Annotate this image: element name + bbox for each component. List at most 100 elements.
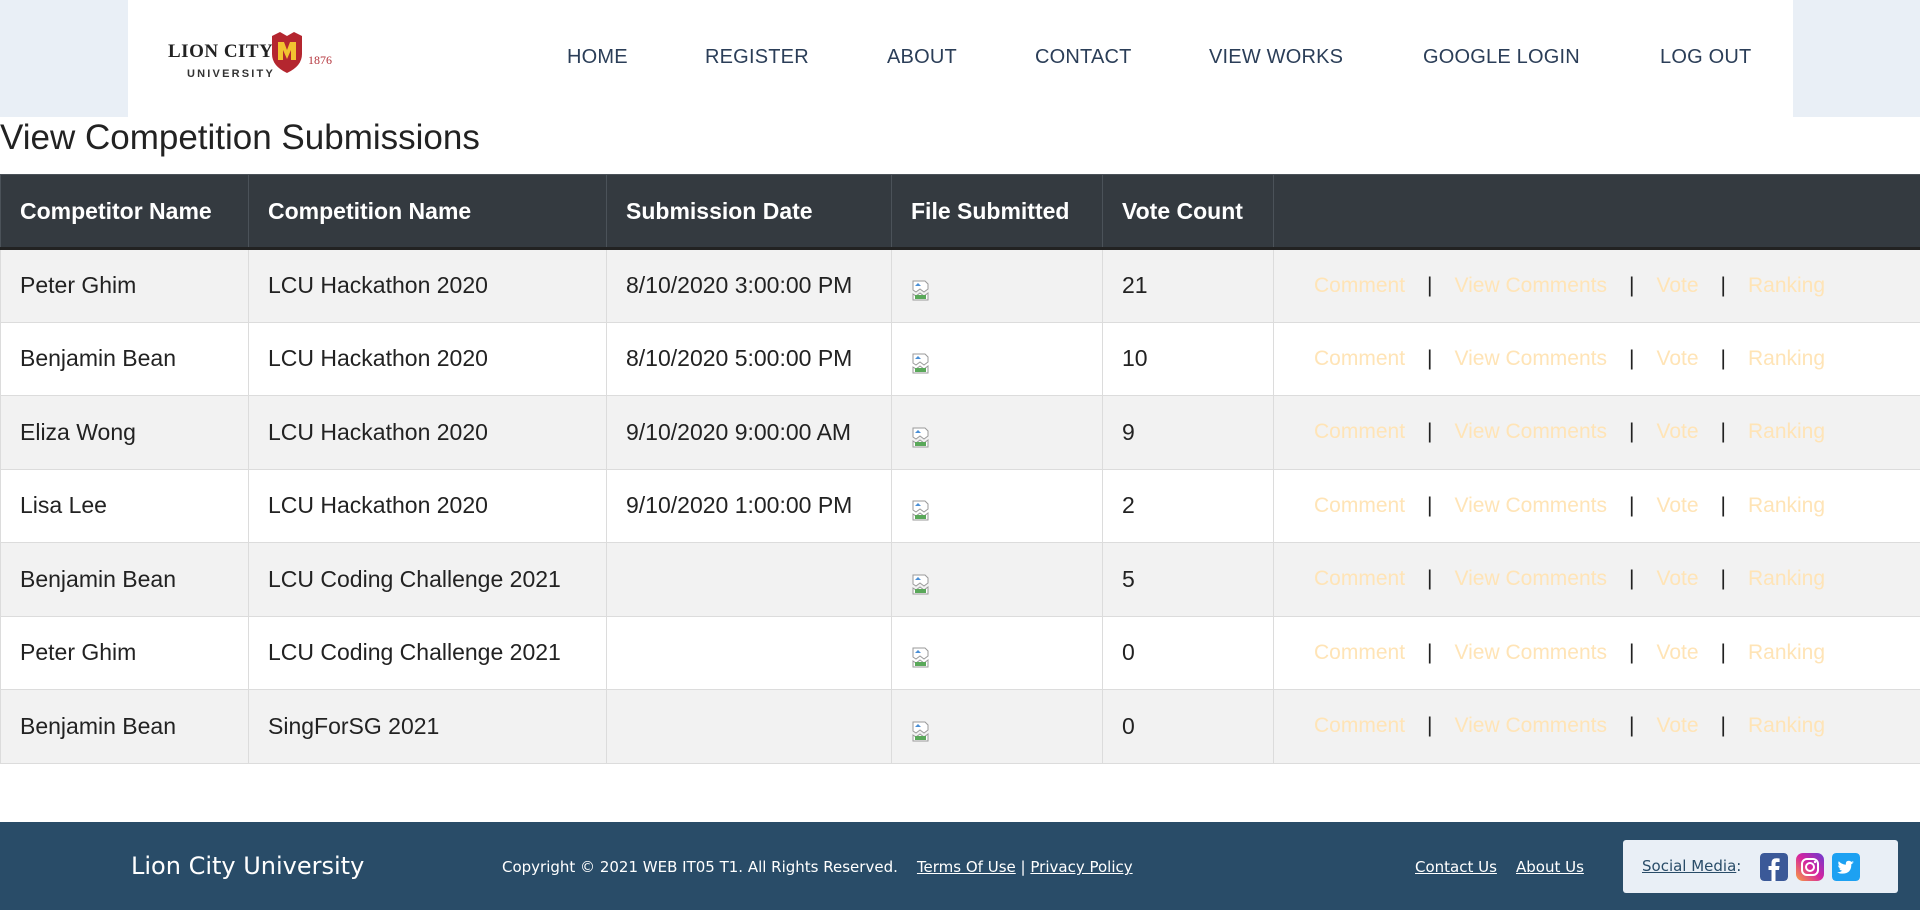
cell-actions: Comment | View Comments | Vote | Ranking bbox=[1273, 248, 1920, 323]
twitter-icon[interactable] bbox=[1832, 853, 1860, 881]
social-media-colon: : bbox=[1736, 857, 1742, 875]
nav-about[interactable]: ABOUT bbox=[887, 46, 957, 69]
broken-image-icon[interactable] bbox=[911, 351, 933, 375]
cell-competitor-name: Benjamin Bean bbox=[0, 542, 249, 617]
broken-image-icon[interactable] bbox=[911, 498, 933, 522]
cell-competition-name: SingForSG 2021 bbox=[248, 689, 607, 764]
action-separator: | bbox=[1629, 640, 1635, 664]
action-separator: | bbox=[1629, 273, 1635, 297]
ranking-link[interactable]: Ranking bbox=[1748, 420, 1825, 443]
about-us-link[interactable]: About Us bbox=[1516, 858, 1584, 876]
vote-link[interactable]: Vote bbox=[1656, 347, 1698, 370]
terms-of-use-link[interactable]: Terms Of Use bbox=[917, 858, 1016, 876]
contact-us-link[interactable]: Contact Us bbox=[1415, 858, 1497, 876]
action-separator: | bbox=[1427, 273, 1433, 297]
header-file-submitted: File Submitted bbox=[891, 174, 1103, 250]
vote-link[interactable]: Vote bbox=[1656, 494, 1698, 517]
comment-link[interactable]: Comment bbox=[1314, 347, 1405, 370]
instagram-icon[interactable] bbox=[1796, 853, 1824, 881]
cell-competition-name: LCU Coding Challenge 2021 bbox=[248, 542, 607, 617]
shield-logo-icon bbox=[272, 32, 302, 73]
copyright-text: Copyright © 2021 WEB IT05 T1. All Rights… bbox=[502, 858, 898, 876]
vote-link[interactable]: Vote bbox=[1656, 274, 1698, 297]
broken-image-icon[interactable] bbox=[911, 278, 933, 302]
view-comments-link[interactable]: View Comments bbox=[1455, 347, 1608, 370]
cell-submission-date: 9/10/2020 1:00:00 PM bbox=[606, 468, 892, 543]
nav-google-login[interactable]: GOOGLE LOGIN bbox=[1423, 46, 1580, 69]
comment-link[interactable]: Comment bbox=[1314, 420, 1405, 443]
broken-image-icon[interactable] bbox=[911, 425, 933, 449]
cell-file-submitted bbox=[891, 248, 1103, 323]
ranking-link[interactable]: Ranking bbox=[1748, 274, 1825, 297]
cell-competitor-name: Peter Ghim bbox=[0, 615, 249, 690]
view-comments-link[interactable]: View Comments bbox=[1455, 641, 1608, 664]
table-body: Peter Ghim LCU Hackathon 2020 8/10/2020 3:… bbox=[0, 248, 1920, 764]
ranking-link[interactable]: Ranking bbox=[1748, 494, 1825, 517]
vote-link[interactable]: Vote bbox=[1656, 567, 1698, 590]
action-separator: | bbox=[1629, 714, 1635, 738]
vote-link[interactable]: Vote bbox=[1656, 420, 1698, 443]
action-separator: | bbox=[1720, 640, 1726, 664]
cell-competition-name: LCU Hackathon 2020 bbox=[248, 395, 607, 470]
nav-register[interactable]: REGISTER bbox=[705, 46, 809, 69]
logo-year: 1876 bbox=[308, 53, 332, 67]
comment-link[interactable]: Comment bbox=[1314, 274, 1405, 297]
comment-link[interactable]: Comment bbox=[1314, 714, 1405, 737]
cell-file-submitted bbox=[891, 689, 1103, 764]
cell-competition-name: LCU Hackathon 2020 bbox=[248, 321, 607, 396]
action-separator: | bbox=[1427, 493, 1433, 517]
site-footer: Lion City University Copyright © 2021 WE… bbox=[0, 822, 1920, 910]
cell-actions: Comment | View Comments | Vote | Ranking bbox=[1273, 542, 1920, 617]
social-media-label: Social Media: bbox=[1642, 857, 1741, 875]
vote-link[interactable]: Vote bbox=[1656, 641, 1698, 664]
cell-actions: Comment | View Comments | Vote | Ranking bbox=[1273, 395, 1920, 470]
cell-vote-count: 2 bbox=[1102, 468, 1274, 543]
ranking-link[interactable]: Ranking bbox=[1748, 641, 1825, 664]
university-logo[interactable]: LION CITY 1876 UNIVERSITY bbox=[168, 30, 358, 85]
view-comments-link[interactable]: View Comments bbox=[1455, 714, 1608, 737]
action-separator: | bbox=[1427, 420, 1433, 444]
action-separator: | bbox=[1427, 346, 1433, 370]
comment-link[interactable]: Comment bbox=[1314, 641, 1405, 664]
ranking-link[interactable]: Ranking bbox=[1748, 567, 1825, 590]
action-separator: | bbox=[1720, 493, 1726, 517]
ranking-link[interactable]: Ranking bbox=[1748, 347, 1825, 370]
ranking-link[interactable]: Ranking bbox=[1748, 714, 1825, 737]
cell-vote-count: 5 bbox=[1102, 542, 1274, 617]
cell-actions: Comment | View Comments | Vote | Ranking bbox=[1273, 689, 1920, 764]
view-comments-link[interactable]: View Comments bbox=[1455, 420, 1608, 443]
cell-competitor-name: Benjamin Bean bbox=[0, 689, 249, 764]
view-comments-link[interactable]: View Comments bbox=[1455, 274, 1608, 297]
submissions-table: Competitor Name Competition Name Submiss… bbox=[0, 174, 1920, 764]
cell-actions: Comment | View Comments | Vote | Ranking bbox=[1273, 468, 1920, 543]
action-separator: | bbox=[1629, 493, 1635, 517]
table-row: Peter Ghim LCU Hackathon 2020 8/10/2020 3:… bbox=[0, 248, 1920, 323]
nav-contact[interactable]: CONTACT bbox=[1035, 46, 1132, 69]
privacy-policy-link[interactable]: Privacy Policy bbox=[1030, 858, 1132, 876]
cell-submission-date bbox=[606, 542, 892, 617]
cell-submission-date: 8/10/2020 3:00:00 PM bbox=[606, 248, 892, 323]
table-row: Benjamin Bean LCU Coding Challenge 2021 5 C… bbox=[0, 542, 1920, 617]
header-submission-date: Submission Date bbox=[606, 174, 892, 250]
action-separator: | bbox=[1629, 567, 1635, 591]
cell-vote-count: 21 bbox=[1102, 248, 1274, 323]
broken-image-icon[interactable] bbox=[911, 572, 933, 596]
header-actions bbox=[1273, 174, 1920, 250]
nav-view-works[interactable]: VIEW WORKS bbox=[1209, 46, 1343, 69]
comment-link[interactable]: Comment bbox=[1314, 567, 1405, 590]
vote-link[interactable]: Vote bbox=[1656, 714, 1698, 737]
action-separator: | bbox=[1629, 346, 1635, 370]
facebook-icon[interactable] bbox=[1760, 853, 1788, 881]
comment-link[interactable]: Comment bbox=[1314, 494, 1405, 517]
view-comments-link[interactable]: View Comments bbox=[1455, 567, 1608, 590]
nav-home[interactable]: HOME bbox=[567, 46, 628, 69]
table-row: Eliza Wong LCU Hackathon 2020 9/10/2020 9:… bbox=[0, 395, 1920, 470]
broken-image-icon[interactable] bbox=[911, 645, 933, 669]
broken-image-icon[interactable] bbox=[911, 719, 933, 743]
cell-competitor-name: Eliza Wong bbox=[0, 395, 249, 470]
nav-log-out[interactable]: LOG OUT bbox=[1660, 46, 1751, 69]
social-media-label-text[interactable]: Social Media bbox=[1642, 857, 1736, 875]
cell-competition-name: LCU Hackathon 2020 bbox=[248, 248, 607, 323]
view-comments-link[interactable]: View Comments bbox=[1455, 494, 1608, 517]
cell-competitor-name: Peter Ghim bbox=[0, 248, 249, 323]
